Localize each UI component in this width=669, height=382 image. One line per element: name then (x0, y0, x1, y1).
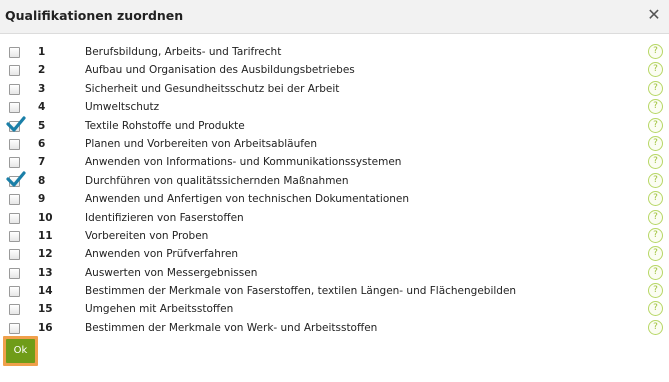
qualification-label: Identifizieren von Faserstoffen (85, 211, 244, 224)
help-icon[interactable]: ? (648, 172, 663, 188)
help-icon[interactable]: ? (648, 99, 663, 115)
qualification-checkbox[interactable] (9, 212, 20, 224)
qualification-label: Planen und Vorbereiten von Arbeitsabläuf… (85, 137, 318, 150)
qualification-label: Bestimmen der Merkmale von Werk- und Arb… (85, 321, 378, 334)
qualification-label: Auswerten von Messergebnissen (85, 266, 258, 279)
qualification-checkbox[interactable] (9, 102, 20, 114)
qualification-label: Sicherheit und Gesundheitsschutz bei der… (85, 82, 340, 95)
qualification-label: Durchführen von qualitätssichernden Maßn… (85, 174, 349, 187)
ok-button[interactable]: Ok (6, 339, 35, 363)
qualification-row: 8 Durchführen von qualitätssichernden Maß… (0, 171, 669, 190)
qualification-number: 9 (38, 193, 46, 206)
qualification-number: 16 (38, 321, 53, 334)
qualification-number: 12 (38, 248, 53, 261)
help-icon[interactable]: ? (648, 246, 663, 262)
qualification-checkbox[interactable] (9, 83, 20, 95)
qualification-row: 7 Anwenden von Informations- und Kommunik… (0, 153, 669, 171)
qualification-checkbox[interactable] (9, 230, 20, 242)
qualification-label: Anwenden von Informations- und Kommunika… (85, 156, 402, 169)
qualification-checkbox[interactable] (9, 304, 20, 316)
dialog-header: Qualifikationen zuordnen ✕ (0, 0, 669, 34)
qualification-list: 1 Berufsbildung, Arbeits- und Tarifrecht?… (0, 43, 669, 337)
qualification-row: 1 Berufsbildung, Arbeits- und Tarifrecht? (0, 43, 669, 61)
qualification-row: 15 Umgehen mit Arbeitsstoffen? (0, 300, 669, 318)
qualification-row: 5 Textile Rohstoffe und Produkte? (0, 115, 669, 135)
help-icon[interactable]: ? (648, 44, 663, 59)
help-icon[interactable]: ? (648, 301, 663, 317)
qualification-number: 1 (38, 46, 46, 58)
qualification-row: 9 Anwenden und Anfertigen von technischen… (0, 190, 669, 208)
qualification-number: 10 (38, 211, 53, 224)
qualification-checkbox[interactable] (9, 194, 20, 206)
qualification-row: 6 Planen und Vorbereiten von Arbeitsabläu… (0, 135, 669, 153)
qualification-checkbox[interactable] (9, 267, 20, 279)
qualification-label: Anwenden von Prüfverfahren (85, 248, 239, 261)
qualification-checkbox[interactable] (9, 47, 20, 58)
qualification-checkbox[interactable] (9, 65, 20, 77)
help-icon[interactable]: ? (648, 209, 663, 225)
qualification-row: 14 Bestimmen der Merkmale von Faserstoffe… (0, 282, 669, 300)
qualification-label: Anwenden und Anfertigen von technischen … (85, 193, 410, 206)
help-icon[interactable]: ? (648, 62, 663, 78)
qualification-checkbox[interactable] (9, 322, 20, 334)
qualification-number: 2 (38, 64, 46, 77)
help-icon[interactable]: ? (648, 135, 663, 151)
help-icon[interactable]: ? (648, 227, 663, 243)
qualification-checkbox[interactable] (9, 249, 20, 261)
qualification-checkbox[interactable] (9, 138, 20, 150)
qualification-label: Textile Rohstoffe und Produkte (85, 119, 245, 132)
qualification-label: Aufbau und Organisation des Ausbildungsb… (85, 64, 355, 77)
qualification-row: 13 Auswerten von Messergebnissen? (0, 264, 669, 282)
qualification-number: 3 (38, 82, 46, 95)
help-icon[interactable]: ? (648, 80, 663, 96)
qualification-number: 11 (38, 229, 53, 242)
qualification-number: 15 (38, 303, 53, 316)
qualification-number: 7 (38, 156, 46, 169)
qualification-checkbox[interactable] (6, 171, 26, 187)
qualification-row: 16 Bestimmen der Merkmale von Werk- und A… (0, 319, 669, 337)
help-icon[interactable]: ? (648, 191, 663, 207)
qualification-number: 13 (38, 266, 53, 279)
qualification-checkbox[interactable] (9, 157, 20, 169)
qualification-number: 14 (38, 285, 53, 298)
close-icon[interactable]: ✕ (645, 6, 663, 24)
qualification-label: Umweltschutz (85, 101, 160, 114)
qualification-checkbox[interactable] (6, 115, 26, 132)
qualification-number: 4 (38, 101, 46, 114)
qualification-row: 2 Aufbau und Organisation des Ausbildungs… (0, 61, 669, 79)
qualification-row: 3 Sicherheit und Gesundheitsschutz bei de… (0, 80, 669, 98)
qualification-label: Vorbereiten von Proben (85, 229, 209, 242)
help-icon[interactable]: ? (648, 319, 663, 335)
qualification-checkbox[interactable] (9, 286, 20, 298)
qualification-row: 12 Anwenden von Prüfverfahren? (0, 245, 669, 263)
ok-button-focus-ring: Ok (3, 336, 38, 366)
qualifications-dialog: Qualifikationen zuordnen ✕ 1 Berufsbildun… (0, 0, 669, 382)
dialog-title: Qualifikationen zuordnen (5, 8, 184, 23)
qualification-row: 11 Vorbereiten von Proben? (0, 227, 669, 245)
qualification-number: 8 (38, 174, 46, 187)
qualification-row: 4 Umweltschutz? (0, 98, 669, 116)
qualification-number: 5 (38, 119, 46, 132)
qualification-label: Bestimmen der Merkmale von Faserstoffen,… (85, 285, 517, 298)
qualification-label: Umgehen mit Arbeitsstoffen (85, 303, 234, 316)
qualification-row: 10 Identifizieren von Faserstoffen? (0, 209, 669, 227)
help-icon[interactable]: ? (648, 264, 663, 280)
help-icon[interactable]: ? (648, 117, 663, 133)
qualification-label: Berufsbildung, Arbeits- und Tarifrecht (85, 46, 282, 58)
checkmark-icon (6, 115, 26, 132)
qualification-number: 6 (38, 137, 46, 150)
checkmark-icon (6, 171, 26, 187)
help-icon[interactable]: ? (648, 283, 663, 299)
help-icon[interactable]: ? (648, 154, 663, 170)
